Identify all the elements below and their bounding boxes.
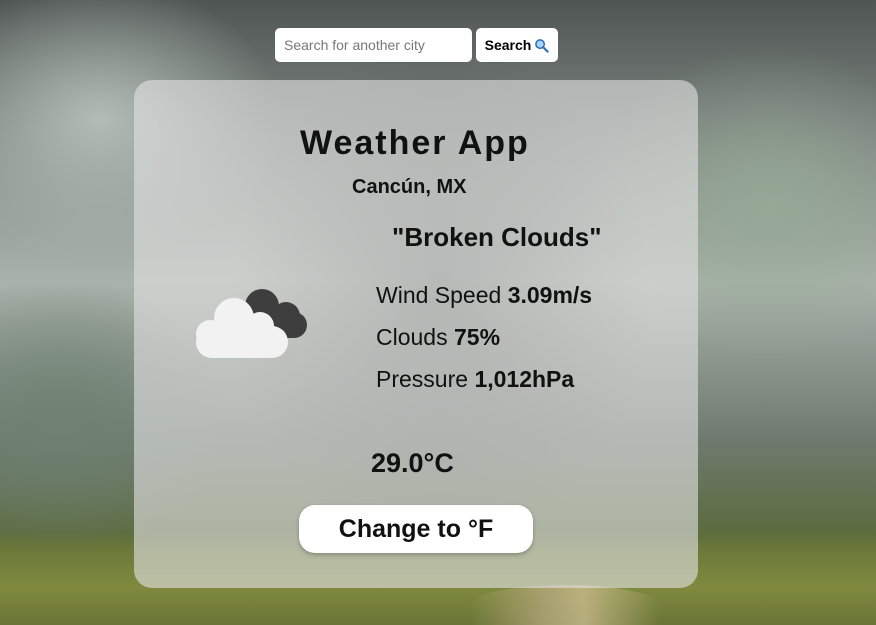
pressure-value: 1,012hPa <box>474 366 575 392</box>
search-button-label: Search <box>484 37 532 53</box>
location-label: Cancún, MX <box>352 176 467 198</box>
weather-card: Weather App Cancún, MX "Broken Clouds" W… <box>134 80 698 588</box>
clouds-label: Clouds <box>376 324 448 350</box>
wind-speed-value: 3.09m/s <box>507 282 593 308</box>
search-button[interactable]: Search <box>476 28 558 62</box>
search-input[interactable] <box>275 28 472 62</box>
pressure-label: Pressure <box>376 366 469 392</box>
wind-speed-stat: Wind Speed 3.09m/s <box>376 282 592 309</box>
background-dirt-path <box>470 585 660 625</box>
weather-description: "Broken Clouds" <box>392 222 602 252</box>
app-title: Weather App <box>300 124 530 162</box>
change-unit-button[interactable]: Change to °F <box>299 505 533 553</box>
magnifier-icon <box>535 38 549 53</box>
clouds-stat: Clouds 75% <box>376 324 500 351</box>
search-bar: Search <box>275 28 558 62</box>
wind-speed-label: Wind Speed <box>376 282 502 308</box>
broken-clouds-icon <box>196 289 307 358</box>
clouds-value: 75% <box>454 324 501 350</box>
pressure-stat: Pressure 1,012hPa <box>376 366 574 393</box>
temperature-value: 29.0°C <box>371 448 454 478</box>
